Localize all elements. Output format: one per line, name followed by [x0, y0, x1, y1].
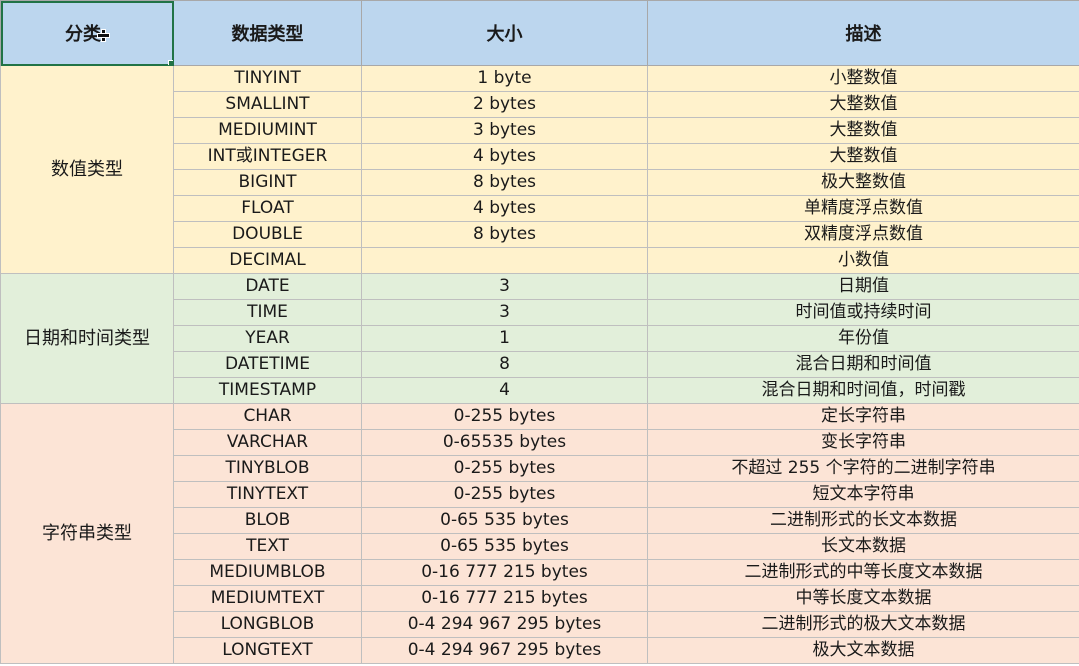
data-type-cell[interactable]: MEDIUMBLOB — [173, 559, 362, 586]
description-cell[interactable]: 大整数值 — [647, 143, 1079, 170]
description-cell[interactable]: 混合日期和时间值，时间戳 — [647, 377, 1079, 404]
description-cell[interactable]: 混合日期和时间值 — [647, 351, 1079, 378]
data-type-cell[interactable]: DOUBLE — [173, 221, 362, 248]
description-cell[interactable]: 定长字符串 — [647, 403, 1079, 430]
data-type-cell[interactable]: TINYINT — [173, 65, 362, 92]
data-type-cell[interactable]: INT或INTEGER — [173, 143, 362, 170]
description-cell[interactable]: 单精度浮点数值 — [647, 195, 1079, 222]
description-cell[interactable]: 短文本字符串 — [647, 481, 1079, 508]
description-cell[interactable]: 大整数值 — [647, 91, 1079, 118]
description-cell[interactable]: 年份值 — [647, 325, 1079, 352]
data-type-cell[interactable]: MEDIUMTEXT — [173, 585, 362, 612]
data-types-table: 分类 数据类型 大小 描述 数值类型 TINYINT 1 byte 小整数值 SMALL… — [0, 0, 1079, 664]
size-cell[interactable]: 0-65 535 bytes — [361, 533, 648, 560]
description-cell[interactable]: 二进制形式的中等长度文本数据 — [647, 559, 1079, 586]
size-cell[interactable]: 0-65 535 bytes — [361, 507, 648, 534]
table-row: 数值类型 TINYINT 1 byte 小整数值 — [0, 65, 1079, 274]
table-header: 分类 数据类型 大小 描述 — [0, 0, 1079, 66]
data-type-cell[interactable]: TEXT — [173, 533, 362, 560]
size-cell[interactable]: 1 — [361, 325, 648, 352]
size-cell[interactable]: 4 bytes — [361, 143, 648, 170]
data-type-cell[interactable]: YEAR — [173, 325, 362, 352]
header-cell-data-type[interactable]: 数据类型 — [173, 0, 362, 66]
description-cell[interactable]: 二进制形式的极大文本数据 — [647, 611, 1079, 638]
size-cell[interactable]: 0-255 bytes — [361, 403, 648, 430]
data-type-cell[interactable]: LONGBLOB — [173, 611, 362, 638]
data-type-cell[interactable]: FLOAT — [173, 195, 362, 222]
data-type-cell[interactable]: TIMESTAMP — [173, 377, 362, 404]
size-cell[interactable]: 3 bytes — [361, 117, 648, 144]
category-cell[interactable]: 数值类型 — [0, 65, 174, 274]
description-cell[interactable]: 大整数值 — [647, 117, 1079, 144]
data-type-cell[interactable]: TINYTEXT — [173, 481, 362, 508]
size-cell[interactable]: 0-65535 bytes — [361, 429, 648, 456]
cursor-move-icon — [97, 29, 110, 42]
table-row: 日期和时间类型 DATE 3 日期值 — [0, 273, 1079, 404]
size-cell[interactable]: 8 bytes — [361, 169, 648, 196]
data-type-cell[interactable]: LONGTEXT — [173, 637, 362, 664]
description-cell[interactable]: 小整数值 — [647, 65, 1079, 92]
data-type-cell[interactable]: DECIMAL — [173, 247, 362, 274]
size-cell[interactable]: 0-16 777 215 bytes — [361, 585, 648, 612]
description-cell[interactable]: 中等长度文本数据 — [647, 585, 1079, 612]
size-cell[interactable]: 3 — [361, 299, 648, 326]
description-cell[interactable]: 极大文本数据 — [647, 637, 1079, 664]
size-cell[interactable]: 8 bytes — [361, 221, 648, 248]
data-type-cell[interactable]: TIME — [173, 299, 362, 326]
size-cell[interactable] — [361, 247, 648, 274]
description-cell[interactable]: 日期值 — [647, 273, 1079, 300]
description-cell[interactable]: 时间值或持续时间 — [647, 299, 1079, 326]
size-cell[interactable]: 8 — [361, 351, 648, 378]
size-cell[interactable]: 2 bytes — [361, 91, 648, 118]
description-cell[interactable]: 双精度浮点数值 — [647, 221, 1079, 248]
size-cell[interactable]: 1 byte — [361, 65, 648, 92]
data-type-cell[interactable]: CHAR — [173, 403, 362, 430]
data-type-cell[interactable]: BLOB — [173, 507, 362, 534]
header-row: 分类 数据类型 大小 描述 — [0, 0, 1079, 66]
size-cell[interactable]: 4 — [361, 377, 648, 404]
description-cell[interactable]: 小数值 — [647, 247, 1079, 274]
size-cell[interactable]: 3 — [361, 273, 648, 300]
data-type-cell[interactable]: TINYBLOB — [173, 455, 362, 482]
size-cell[interactable]: 0-4 294 967 295 bytes — [361, 611, 648, 638]
table-body: 数值类型 TINYINT 1 byte 小整数值 SMALLINT 2 bytes 大整数值… — [0, 65, 1079, 664]
header-cell-category[interactable]: 分类 — [0, 0, 174, 66]
data-type-cell[interactable]: DATETIME — [173, 351, 362, 378]
size-cell[interactable]: 0-16 777 215 bytes — [361, 559, 648, 586]
size-cell[interactable]: 0-255 bytes — [361, 481, 648, 508]
category-cell[interactable]: 日期和时间类型 — [0, 273, 174, 404]
size-cell[interactable]: 0-4 294 967 295 bytes — [361, 637, 648, 664]
data-type-cell[interactable]: DATE — [173, 273, 362, 300]
data-type-cell[interactable]: MEDIUMINT — [173, 117, 362, 144]
selection-fill-handle[interactable] — [168, 60, 173, 65]
category-cell[interactable]: 字符串类型 — [0, 403, 174, 664]
description-cell[interactable]: 二进制形式的长文本数据 — [647, 507, 1079, 534]
data-type-cell[interactable]: VARCHAR — [173, 429, 362, 456]
data-type-cell[interactable]: SMALLINT — [173, 91, 362, 118]
table-row: 字符串类型 CHAR 0-255 bytes 定长字符串 — [0, 403, 1079, 664]
data-type-cell[interactable]: BIGINT — [173, 169, 362, 196]
header-cell-description[interactable]: 描述 — [647, 0, 1079, 66]
description-cell[interactable]: 变长字符串 — [647, 429, 1079, 456]
header-cell-size[interactable]: 大小 — [361, 0, 648, 66]
header-label: 分类 — [65, 24, 101, 45]
description-cell[interactable]: 极大整数值 — [647, 169, 1079, 196]
description-cell[interactable]: 长文本数据 — [647, 533, 1079, 560]
description-cell[interactable]: 不超过 255 个字符的二进制字符串 — [647, 455, 1079, 482]
size-cell[interactable]: 4 bytes — [361, 195, 648, 222]
size-cell[interactable]: 0-255 bytes — [361, 455, 648, 482]
